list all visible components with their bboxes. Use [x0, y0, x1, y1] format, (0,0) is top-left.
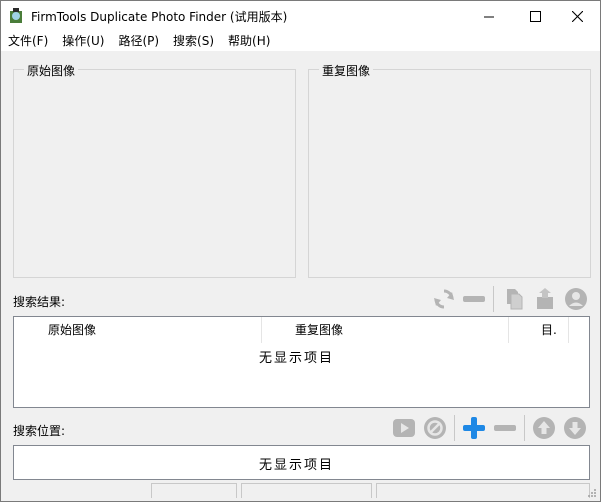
search-results-list[interactable]: 原始图像 重复图像 目. 无显示项目: [13, 316, 590, 408]
play-icon[interactable]: [392, 416, 416, 440]
column-header-original[interactable]: 原始图像: [14, 317, 262, 343]
status-pane-1: [151, 483, 237, 498]
app-icon: [10, 8, 22, 23]
minimize-button[interactable]: [466, 1, 512, 31]
menu-bar: 文件(F) 操作(U) 路径(P) 搜索(S) 帮助(H): [1, 31, 600, 51]
menu-action[interactable]: 操作(U): [55, 31, 111, 51]
original-image-label: 原始图像: [24, 62, 79, 79]
search-locations-list[interactable]: 无显示项目: [13, 445, 590, 480]
copy-icon[interactable]: [502, 287, 526, 311]
toolbar-separator: [524, 415, 525, 441]
down-arrow-icon[interactable]: [563, 416, 587, 440]
minus-icon[interactable]: [493, 416, 517, 440]
move-icon[interactable]: [533, 287, 557, 311]
results-empty-text: 无显示项目: [259, 351, 335, 366]
title-bar: FirmTools Duplicate Photo Finder (试用版本): [1, 1, 600, 31]
cancel-icon[interactable]: [423, 416, 447, 440]
search-locations-label: 搜索位置:: [13, 424, 66, 438]
duplicate-image-panel: 重复图像: [308, 62, 591, 278]
status-pane-3: [376, 483, 590, 498]
close-button[interactable]: [554, 1, 600, 31]
toolbar-separator: [493, 286, 494, 312]
menu-file[interactable]: 文件(F): [1, 31, 55, 51]
maximize-icon: [529, 10, 541, 22]
window-title: FirmTools Duplicate Photo Finder (试用版本): [31, 10, 288, 24]
minimize-icon: [483, 16, 494, 17]
resize-grip-icon[interactable]: [587, 488, 597, 498]
maximize-button[interactable]: [512, 1, 558, 31]
status-pane-2: [241, 483, 372, 498]
search-results-label: 搜索结果:: [13, 295, 66, 309]
close-icon: [571, 10, 583, 22]
app-window: FirmTools Duplicate Photo Finder (试用版本) …: [0, 0, 601, 502]
duplicate-image-label: 重复图像: [319, 62, 374, 79]
refresh-icon[interactable]: [432, 287, 456, 311]
remove-icon[interactable]: [462, 287, 486, 311]
column-header-duplicate[interactable]: 重复图像: [262, 317, 509, 343]
menu-path[interactable]: 路径(P): [111, 31, 166, 51]
up-arrow-icon[interactable]: [532, 416, 556, 440]
menu-help[interactable]: 帮助(H): [221, 31, 277, 51]
locations-empty-text: 无显示项目: [259, 458, 335, 473]
column-header-directory[interactable]: 目.: [509, 317, 569, 343]
person-icon[interactable]: [564, 287, 588, 311]
menu-search[interactable]: 搜索(S): [166, 31, 221, 51]
add-icon[interactable]: [462, 416, 486, 440]
toolbar-separator: [454, 415, 455, 441]
original-image-panel: 原始图像: [13, 62, 296, 278]
